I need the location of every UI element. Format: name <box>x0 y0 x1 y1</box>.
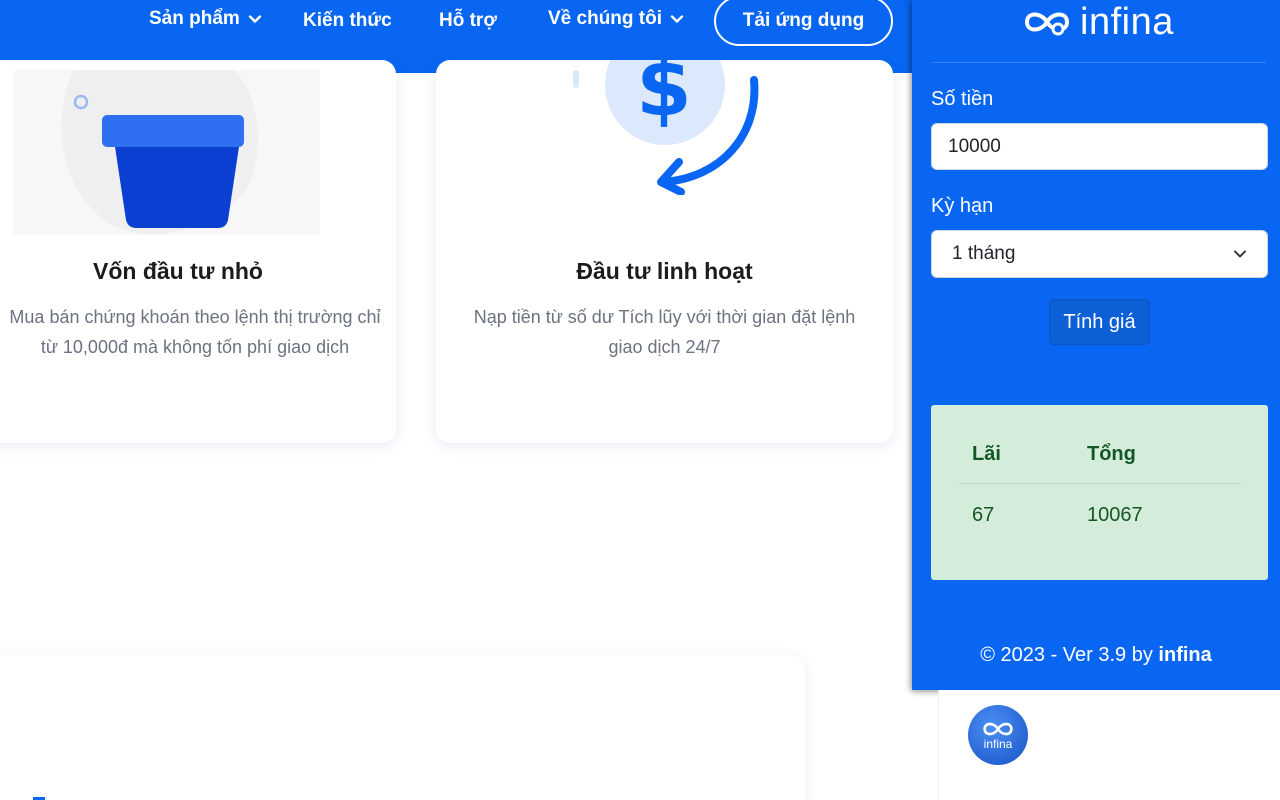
chevron-down-icon <box>248 15 262 23</box>
chevron-down-icon <box>670 15 684 23</box>
pot-illustration <box>14 70 320 235</box>
feature-description: Nạp tiền từ số dư Tích lũy với thời gian… <box>473 307 856 357</box>
interest-header: Lãi <box>972 443 1001 465</box>
infina-avatar[interactable]: infina <box>968 705 1028 765</box>
chevron-down-icon <box>1234 250 1246 258</box>
infinity-logo-icon <box>1024 12 1070 36</box>
dollar-cycle-icon: $ <box>573 60 759 195</box>
feature-card-small-capital: Vốn đầu tư nhỏ Mua bán chứng khoán theo … <box>0 60 396 443</box>
table-divider <box>959 483 1241 484</box>
nav-item-products[interactable]: Sản phẩm <box>149 8 262 30</box>
nav-item-label: Kiến thức <box>303 10 392 31</box>
infinity-logo-icon <box>983 722 1013 736</box>
feature-title: Đầu tư linh hoạt <box>576 258 753 284</box>
nav-item-label: Hỗ trợ <box>439 10 497 31</box>
svg-text:$: $ <box>636 60 692 134</box>
nav-item-support[interactable]: Hỗ trợ <box>439 10 497 32</box>
nav-item-about-us[interactable]: Về chúng tôi <box>548 8 684 30</box>
avatar-label: infina <box>983 737 1013 751</box>
feature-description: Mua bán chứng khoán theo lệnh thị trường… <box>9 307 381 357</box>
content-card <box>0 655 805 800</box>
interest-calculator-popup: infina Số tiền Kỳ hạn 1 tháng Tính giá L… <box>912 0 1280 690</box>
term-select[interactable]: 1 tháng <box>931 230 1268 278</box>
term-label: Kỳ hạn <box>931 195 994 217</box>
nav-item-label: Sản phẩm <box>149 8 240 29</box>
infina-logo: infina <box>1022 0 1174 44</box>
divider <box>932 62 1266 63</box>
result-table: Lãi Tổng 67 10067 <box>931 405 1268 580</box>
total-header: Tổng <box>1087 443 1136 465</box>
calculate-button[interactable]: Tính giá <box>1049 299 1150 345</box>
nav-item-knowledge[interactable]: Kiến thức <box>303 10 392 32</box>
feature-title: Vốn đầu tư nhỏ <box>93 258 263 284</box>
nav-item-label: Về chúng tôi <box>548 8 662 29</box>
amount-input[interactable] <box>931 123 1268 170</box>
feature-card-flexible-investing: $ Đầu tư linh hoạt Nạp tiền từ số dư Tíc… <box>436 60 893 443</box>
logo-text: infina <box>1080 0 1174 43</box>
term-select-value: 1 tháng <box>952 243 1016 264</box>
download-app-button[interactable]: Tải ứng dụng <box>714 0 893 46</box>
footer-text: © 2023 - Ver 3.9 by <box>980 644 1159 666</box>
popup-footer: © 2023 - Ver 3.9 by infina <box>912 644 1280 667</box>
interest-value: 67 <box>972 504 995 526</box>
total-value: 10067 <box>1087 504 1143 526</box>
amount-label: Số tiền <box>931 88 994 110</box>
footer-brand: infina <box>1158 644 1212 666</box>
